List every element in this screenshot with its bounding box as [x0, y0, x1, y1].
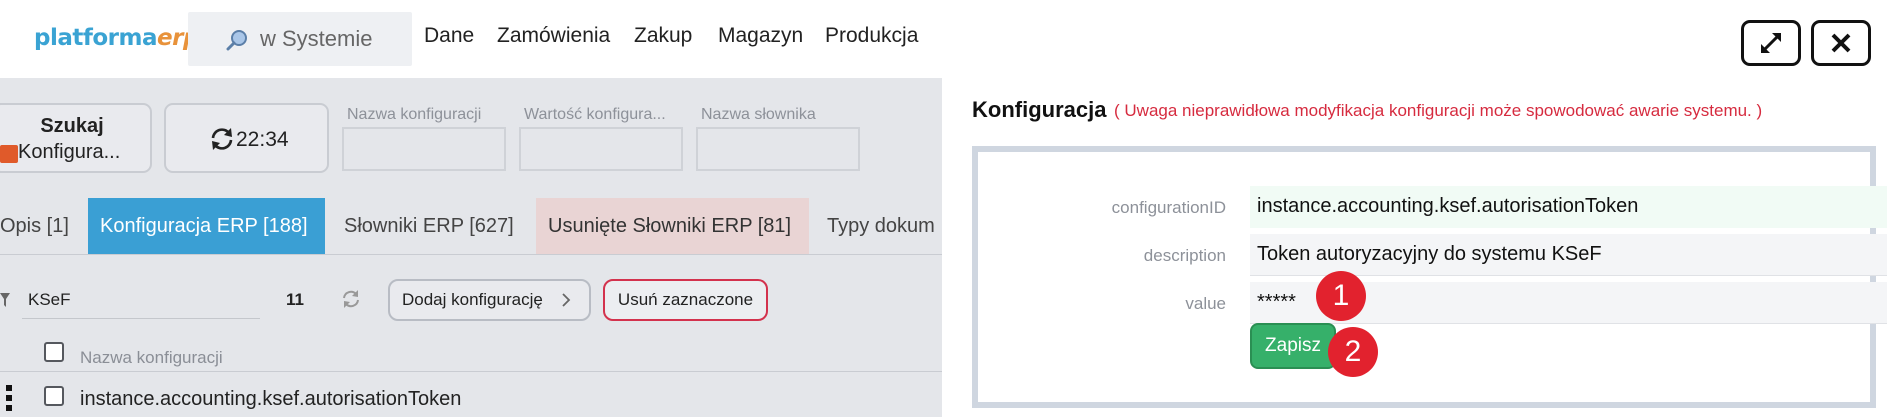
row-checkbox[interactable]	[44, 386, 64, 406]
step-marker-2: 2	[1328, 327, 1378, 377]
filter-label-dictionary-name: Nazwa słownika	[701, 106, 816, 123]
tab-konfiguracja-erp[interactable]: Konfiguracja ERP [188]	[88, 198, 325, 254]
configuration-panel: Konfiguracja ( Uwaga nieprawidłowa modyf…	[942, 0, 1887, 417]
select-all-checkbox[interactable]	[44, 342, 64, 362]
tab-slowniki-erp[interactable]: Słowniki ERP [627]	[332, 198, 526, 254]
save-button[interactable]: Zapisz	[1250, 323, 1336, 369]
list-filter-underline	[22, 318, 260, 319]
tab-typy-dokumentow[interactable]: Typy dokum	[815, 198, 942, 254]
description-field[interactable]: Token autoryzacyjny do systemu KSeF	[1250, 234, 1887, 276]
refresh-time: 22:34	[236, 128, 289, 151]
configuration-form: configurationID instance.accounting.ksef…	[972, 146, 1887, 408]
tab-bar: Opis [1] Konfiguracja ERP [188] Słowniki…	[0, 198, 942, 254]
tab-opis[interactable]: Opis [1]	[0, 198, 81, 254]
filter-label-config-name: Nazwa konfiguracji	[347, 106, 482, 123]
main-app-pane: platformaerp w Systemie Dane Zamówienia …	[0, 0, 942, 417]
global-search-box[interactable]: w Systemie	[188, 12, 412, 66]
panel-title: Konfiguracja	[972, 97, 1107, 122]
search-button-label: Szukaj	[40, 115, 104, 137]
top-navbar: platformaerp w Systemie Dane Zamówienia …	[0, 0, 942, 78]
description-value: Token autoryzacyjny do systemu KSeF	[1257, 243, 1602, 265]
refresh-button[interactable]: 22:34	[164, 103, 329, 173]
column-header-config-name[interactable]: Nazwa konfiguracji	[80, 348, 223, 368]
kebab-icon[interactable]	[6, 385, 12, 416]
menu-magazyn[interactable]: Magazyn	[718, 24, 803, 48]
config-icon	[0, 145, 18, 163]
chevron-right-icon	[561, 281, 571, 333]
menu-dane[interactable]: Dane	[424, 24, 474, 48]
filter-input-dictionary-name[interactable]	[696, 127, 860, 171]
delete-selected-button[interactable]: Usuń zaznaczone	[603, 279, 768, 321]
menu-produkcja[interactable]: Produkcja	[825, 24, 918, 48]
close-icon	[1831, 33, 1851, 53]
add-configuration-label: Dodaj konfigurację	[402, 290, 543, 309]
search-configuration-button[interactable]: Szukaj Konfigura...	[0, 103, 152, 173]
logo[interactable]: platformaerp	[34, 25, 199, 51]
filter-input-config-value[interactable]	[519, 127, 683, 171]
search-button-sublabel: Konfigura...	[18, 141, 121, 163]
menu-zakup[interactable]: Zakup	[634, 24, 692, 48]
result-count: 11	[286, 290, 304, 309]
field-label-configuration-id: configurationID	[1111, 198, 1226, 217]
expand-button[interactable]	[1741, 20, 1801, 66]
tab-divider	[0, 254, 942, 255]
search-icon	[226, 29, 248, 56]
value-content: *****	[1257, 291, 1296, 313]
refresh-icon	[208, 125, 236, 158]
warning-text: ( Uwaga nieprawidłowa modyfikacja konfig…	[1114, 101, 1763, 120]
reload-list-icon[interactable]	[341, 289, 361, 314]
field-label-description: description	[1143, 246, 1226, 265]
menu-zamowienia[interactable]: Zamówienia	[497, 24, 610, 48]
configuration-id-field[interactable]: instance.accounting.ksef.autorisationTok…	[1250, 186, 1887, 228]
filter-input-config-name[interactable]	[342, 127, 506, 171]
list-filter-input[interactable]: KSeF	[28, 290, 71, 310]
filter-icon	[0, 293, 10, 312]
table-row[interactable]: instance.accounting.ksef.autorisationTok…	[80, 388, 461, 411]
global-search-text: w Systemie	[260, 26, 373, 51]
expand-icon	[1760, 32, 1782, 54]
tab-usuniete-slowniki[interactable]: Usunięte Słowniki ERP [81]	[536, 198, 809, 254]
header-divider	[0, 371, 942, 372]
add-configuration-button[interactable]: Dodaj konfigurację	[388, 279, 591, 321]
field-label-value: value	[1185, 294, 1226, 313]
close-button[interactable]	[1811, 20, 1871, 66]
filter-label-config-value: Wartość konfigura...	[524, 106, 666, 123]
step-marker-1: 1	[1316, 271, 1366, 321]
